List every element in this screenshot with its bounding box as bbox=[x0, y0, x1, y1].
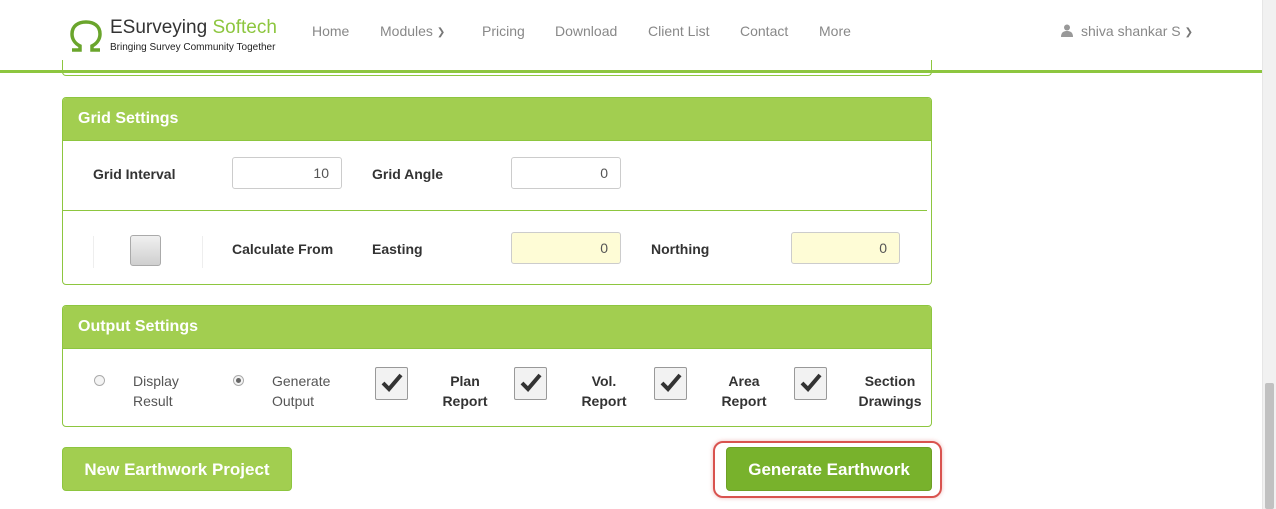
nav-modules[interactable]: Modules ❯ bbox=[380, 23, 445, 39]
chevron-down-icon: ❯ bbox=[436, 27, 446, 38]
area-report-checkbox[interactable] bbox=[654, 367, 687, 400]
vol-report-checkbox[interactable] bbox=[514, 367, 547, 400]
omega-logo-icon[interactable] bbox=[68, 20, 104, 52]
chevron-down-icon: ❯ bbox=[1184, 27, 1193, 38]
checkmark-icon bbox=[800, 373, 822, 392]
plan-report-label: Plan Report bbox=[442, 373, 488, 409]
display-result-label: Display Result bbox=[133, 373, 179, 409]
section-drawings-checkbox[interactable] bbox=[794, 367, 827, 400]
output-settings-panel: Output Settings Display Result Generate Ou… bbox=[62, 305, 932, 427]
area-report-label: Area Report bbox=[721, 373, 767, 409]
easting-input[interactable] bbox=[511, 232, 621, 264]
checkmark-icon bbox=[520, 373, 542, 392]
output-settings-title: Output Settings bbox=[78, 318, 198, 335]
generate-output-label: Generate Output bbox=[272, 373, 331, 409]
new-earthwork-project-button[interactable]: New Earthwork Project bbox=[62, 447, 292, 491]
calculate-from-toggle-knob[interactable] bbox=[130, 235, 161, 266]
vol-report-label: Vol. Report bbox=[581, 373, 627, 409]
grid-settings-title: Grid Settings bbox=[78, 110, 179, 127]
grid-settings-header: Grid Settings bbox=[63, 98, 931, 141]
grid-angle-input[interactable] bbox=[511, 157, 621, 189]
nav-contact[interactable]: Contact bbox=[740, 23, 788, 39]
grid-interval-label: Grid Interval bbox=[93, 166, 176, 182]
generate-earthwork-button[interactable]: Generate Earthwork bbox=[726, 447, 932, 491]
nav-pricing[interactable]: Pricing bbox=[482, 23, 525, 39]
grid-angle-label: Grid Angle bbox=[372, 166, 444, 182]
generate-output-radio[interactable] bbox=[233, 375, 244, 386]
northing-label: Northing bbox=[651, 241, 710, 257]
previous-panel-bottom bbox=[62, 60, 932, 76]
checkmark-icon bbox=[381, 373, 403, 392]
nav-download[interactable]: Download bbox=[555, 23, 617, 39]
section-drawings-label: Section Drawings bbox=[858, 373, 922, 409]
brand-tagline: Bringing Survey Community Together bbox=[110, 42, 276, 53]
grid-divider bbox=[63, 210, 927, 211]
easting-label: Easting bbox=[372, 241, 423, 257]
nav-home[interactable]: Home bbox=[312, 23, 349, 39]
northing-input[interactable] bbox=[791, 232, 900, 264]
plan-report-checkbox[interactable] bbox=[375, 367, 408, 400]
user-icon bbox=[1061, 24, 1073, 37]
output-settings-header: Output Settings bbox=[63, 306, 931, 349]
user-menu[interactable]: shiva shankar S ❯ bbox=[1061, 23, 1193, 39]
brand-title[interactable]: ESurveying Softech bbox=[110, 17, 277, 39]
nav-more[interactable]: More bbox=[819, 23, 851, 39]
page-scrollbar-thumb[interactable] bbox=[1265, 383, 1274, 509]
grid-settings-panel: Grid Settings Grid Interval Grid Angle C… bbox=[62, 97, 932, 285]
grid-interval-input[interactable] bbox=[232, 157, 342, 189]
display-result-radio[interactable] bbox=[94, 375, 105, 386]
calculate-from-label: Calculate From bbox=[232, 241, 334, 257]
nav-client-list[interactable]: Client List bbox=[648, 23, 709, 39]
checkmark-icon bbox=[660, 373, 682, 392]
